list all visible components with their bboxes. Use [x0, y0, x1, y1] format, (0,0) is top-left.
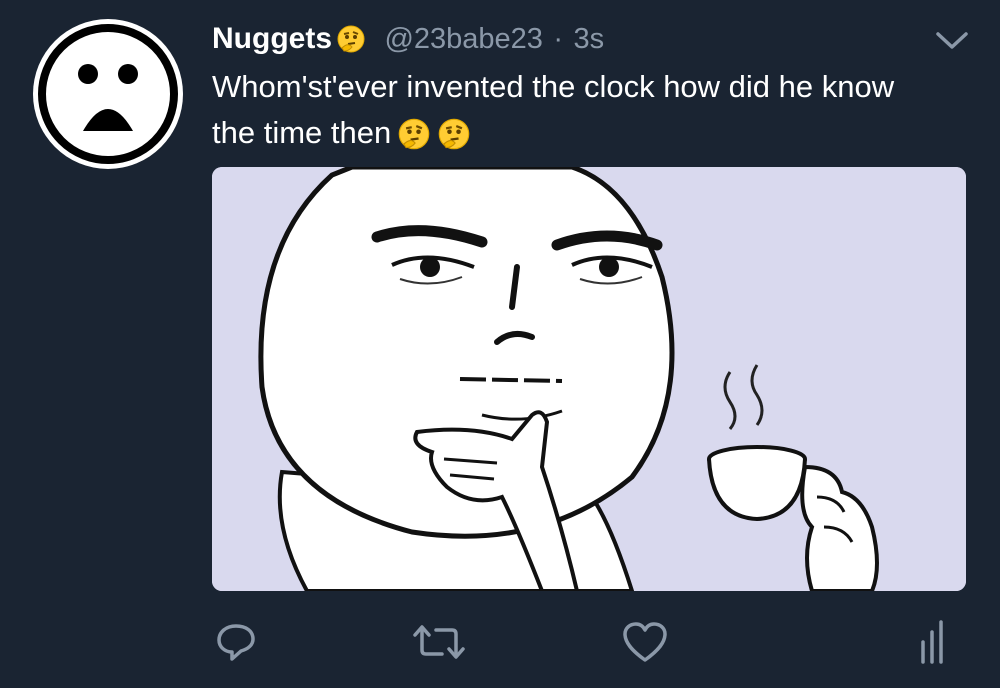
heart-icon — [623, 622, 667, 662]
analytics-icon — [921, 620, 943, 664]
retweet-button[interactable] — [412, 620, 466, 669]
tweet-text-line-2: the time then — [212, 115, 392, 150]
chevron-down-icon[interactable] — [934, 30, 970, 52]
thinking-face-emoji-icon — [437, 117, 471, 164]
reply-button[interactable] — [214, 620, 258, 669]
thinking-face-emoji-icon — [397, 117, 431, 164]
tweet-header: Nuggets @23babe23 · 3s — [212, 22, 604, 62]
user-handle[interactable]: @23babe23 — [384, 23, 542, 55]
tweet-text-line-1: Whom'st'ever invented the clock how did … — [212, 69, 895, 104]
thinking-face-meme-image — [212, 167, 966, 591]
tweet-media-image[interactable] — [212, 167, 966, 591]
like-button[interactable] — [621, 620, 669, 669]
tweet-text: Whom'st'ever invented the clock how did … — [212, 64, 972, 164]
separator-dot: · — [553, 23, 564, 55]
retweet-icon — [413, 625, 465, 659]
shocked-face-icon — [38, 24, 178, 164]
tweet-text-line-2-wrap: the time then — [212, 110, 972, 164]
display-name[interactable]: Nuggets — [212, 22, 332, 55]
tweet[interactable]: Nuggets @23babe23 · 3s Whom'st'ever inve… — [0, 0, 1000, 688]
timestamp[interactable]: 3s — [574, 23, 605, 55]
analytics-button[interactable] — [918, 620, 948, 669]
thinking-face-emoji-icon — [336, 24, 366, 59]
avatar[interactable] — [33, 19, 183, 169]
reply-icon — [217, 624, 255, 661]
tweet-action-bar — [0, 620, 1000, 670]
